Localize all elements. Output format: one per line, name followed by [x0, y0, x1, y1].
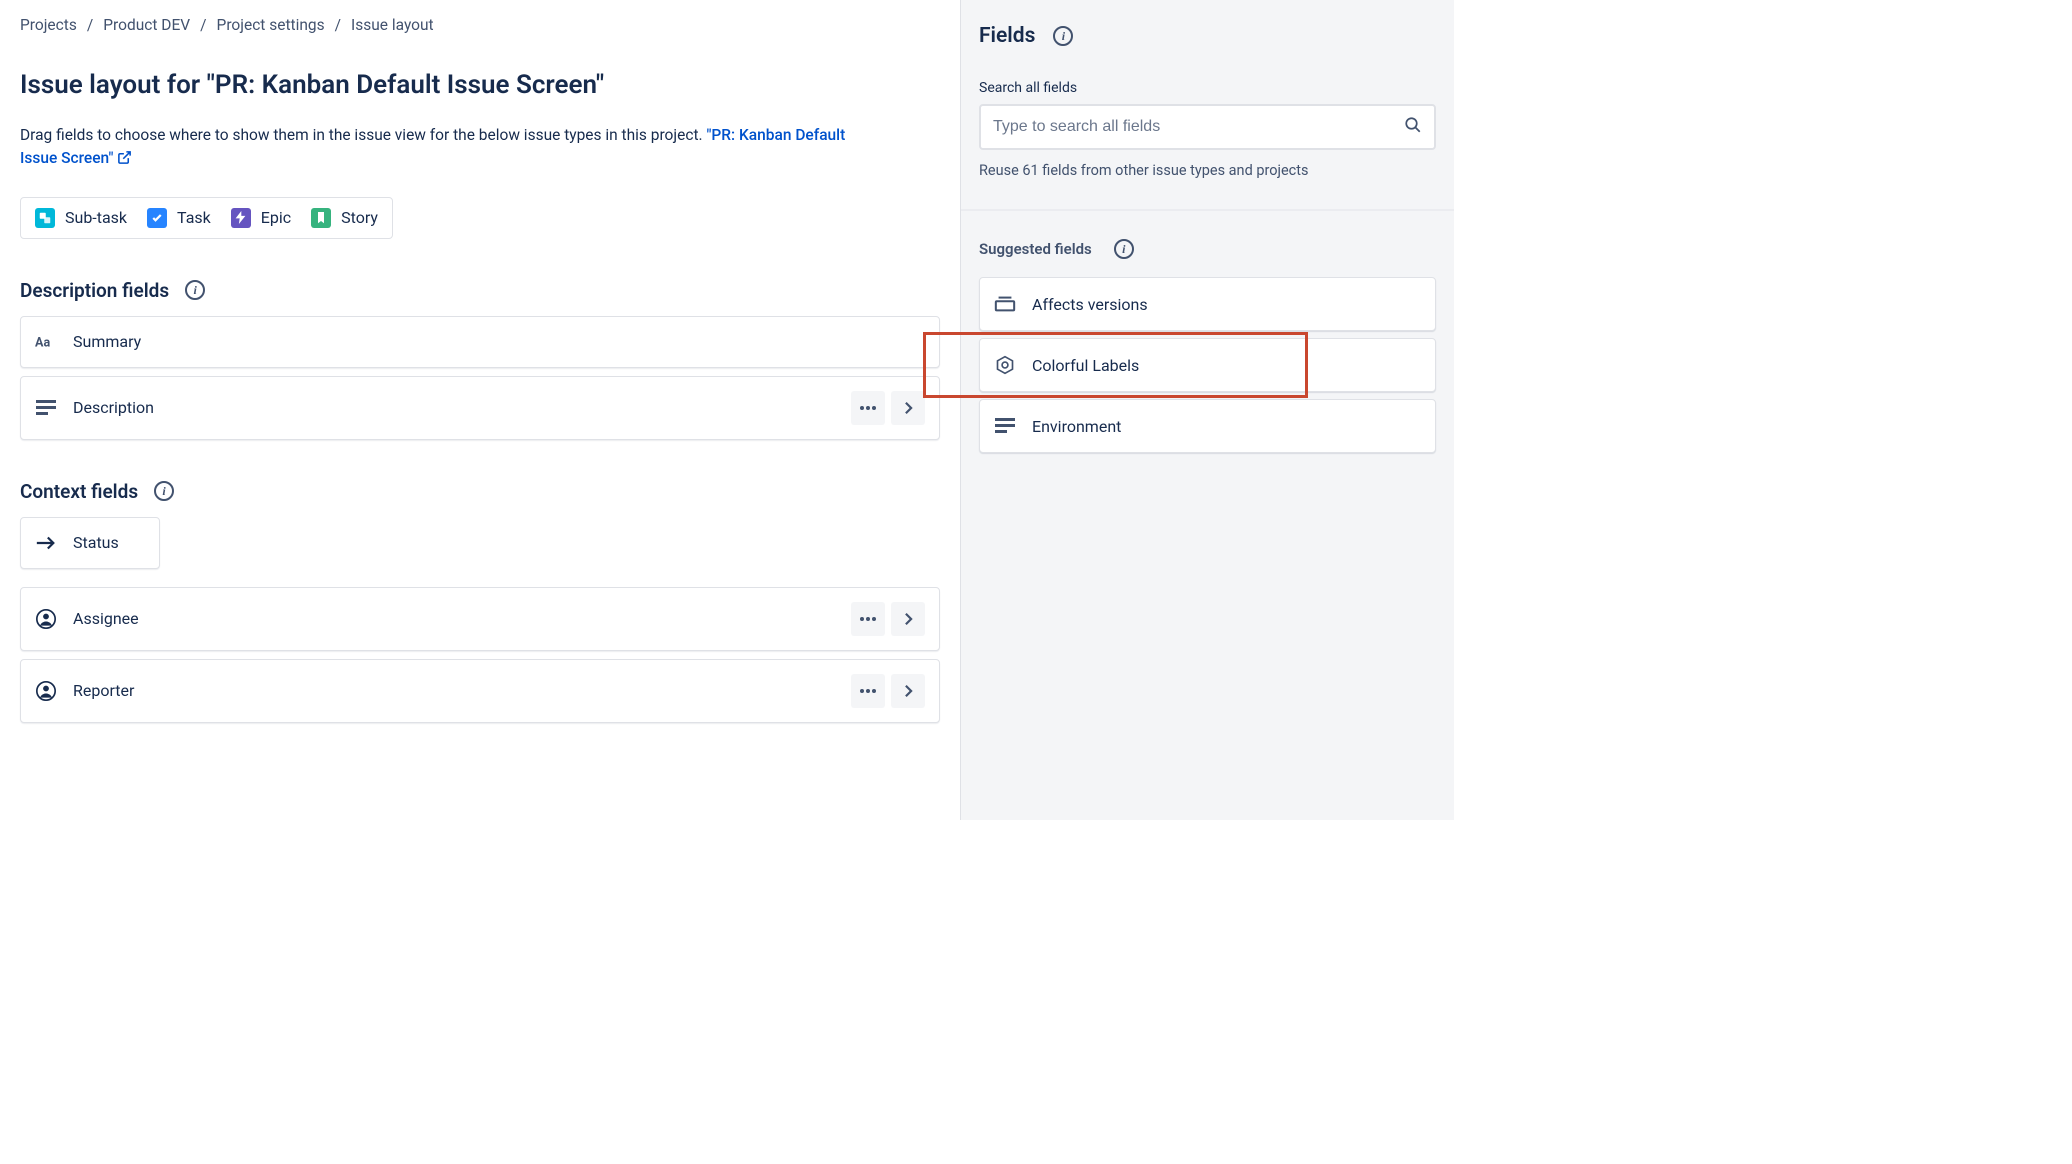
more-actions-button[interactable]: [851, 391, 885, 425]
description-fields-header: Description fields: [20, 279, 940, 302]
field-reporter[interactable]: Reporter: [20, 659, 940, 723]
more-actions-button[interactable]: [851, 674, 885, 708]
text-icon: Aa: [35, 331, 57, 353]
lines-icon: [35, 397, 57, 419]
subtask-icon: [35, 208, 55, 228]
page-description: Drag fields to choose where to show them…: [20, 124, 860, 173]
issue-type-subtask: Sub-task: [35, 208, 127, 228]
version-icon: [994, 293, 1016, 315]
component-icon: [994, 354, 1016, 376]
breadcrumb: Projects / Product DEV / Project setting…: [20, 16, 940, 34]
issue-type-list: Sub-task Task Epic Story: [20, 197, 393, 239]
more-actions-button[interactable]: [851, 602, 885, 636]
lines-icon: [994, 415, 1016, 437]
field-label: Status: [73, 533, 145, 552]
search-field-container: [979, 104, 1436, 150]
context-fields-heading: Context fields: [20, 480, 138, 503]
description-fields-heading: Description fields: [20, 279, 169, 302]
field-label: Reporter: [73, 681, 835, 700]
search-label: Search all fields: [979, 80, 1436, 96]
fields-sidebar: Fields Search all fields Reuse 61 fields…: [960, 0, 1454, 820]
field-status[interactable]: Status: [20, 517, 160, 569]
suggested-environment[interactable]: Environment: [979, 399, 1436, 453]
chevron-right-button[interactable]: [891, 674, 925, 708]
suggested-field-label: Colorful Labels: [1032, 356, 1139, 375]
external-link-icon: [117, 149, 132, 172]
field-summary[interactable]: Aa Summary: [20, 316, 940, 368]
suggested-fields-header: Suggested fields: [979, 239, 1436, 259]
epic-icon: [231, 208, 251, 228]
suggested-field-label: Affects versions: [1032, 295, 1148, 314]
suggested-affects-versions[interactable]: Affects versions: [979, 277, 1436, 331]
page-title: Issue layout for "PR: Kanban Default Iss…: [20, 70, 940, 100]
field-label: Assignee: [73, 609, 835, 628]
sidebar-title: Fields: [979, 24, 1436, 48]
breadcrumb-projects[interactable]: Projects: [20, 16, 77, 34]
issue-type-label: Task: [177, 208, 211, 227]
issue-type-label: Sub-task: [65, 208, 127, 227]
search-input[interactable]: [993, 118, 1404, 136]
svg-text:Aa: Aa: [35, 335, 50, 349]
info-icon[interactable]: [1114, 239, 1134, 259]
person-icon: [35, 680, 57, 702]
chevron-right-button[interactable]: [891, 602, 925, 636]
issue-type-story: Story: [311, 208, 378, 228]
task-icon: [147, 208, 167, 228]
suggested-colorful-labels[interactable]: Colorful Labels: [979, 338, 1436, 392]
field-description[interactable]: Description: [20, 376, 940, 440]
reuse-hint: Reuse 61 fields from other issue types a…: [979, 162, 1436, 179]
chevron-right-button[interactable]: [891, 391, 925, 425]
issue-type-label: Epic: [261, 208, 291, 227]
breadcrumb-sep: /: [200, 16, 206, 34]
breadcrumb-sep: /: [87, 16, 93, 34]
context-fields-header: Context fields: [20, 480, 940, 503]
breadcrumb-sep: /: [335, 16, 341, 34]
search-icon: [1404, 116, 1422, 138]
arrow-right-icon: [35, 532, 57, 554]
issue-type-label: Story: [341, 208, 378, 227]
issue-type-task: Task: [147, 208, 211, 228]
divider: [961, 209, 1454, 211]
field-assignee[interactable]: Assignee: [20, 587, 940, 651]
info-icon[interactable]: [1053, 26, 1073, 46]
person-icon: [35, 608, 57, 630]
issue-type-epic: Epic: [231, 208, 291, 228]
breadcrumb-current: Issue layout: [351, 16, 434, 34]
story-icon: [311, 208, 331, 228]
field-label: Summary: [73, 332, 925, 351]
field-label: Description: [73, 398, 835, 417]
suggested-field-label: Environment: [1032, 417, 1121, 436]
breadcrumb-project-settings[interactable]: Project settings: [217, 16, 325, 34]
info-icon[interactable]: [185, 280, 205, 300]
info-icon[interactable]: [154, 481, 174, 501]
breadcrumb-product-dev[interactable]: Product DEV: [103, 16, 190, 34]
